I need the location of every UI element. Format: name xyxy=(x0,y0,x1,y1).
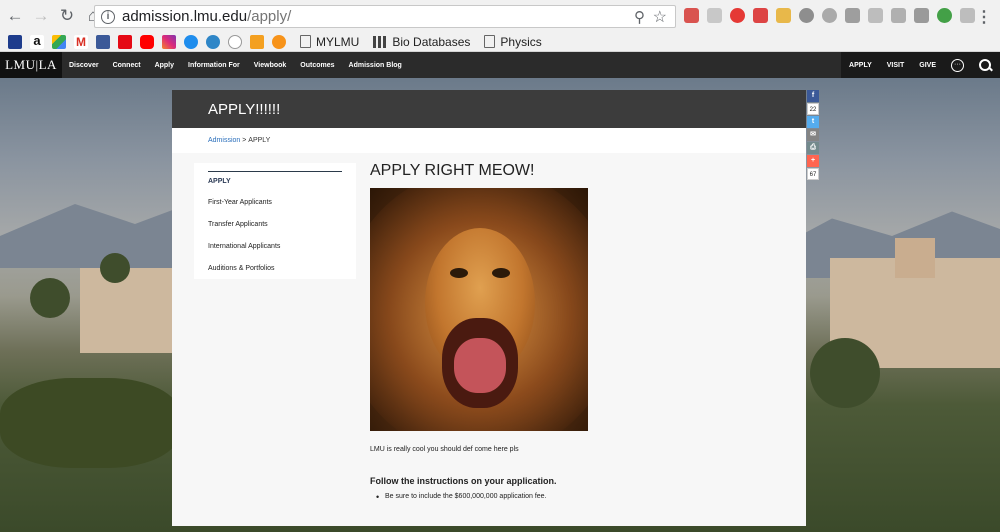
calendar-extension-icon[interactable] xyxy=(776,8,791,23)
mail-badge-extension-icon[interactable] xyxy=(753,8,768,23)
content-panel: APPLY!!!!!! Admission > APPLY APPLY Firs… xyxy=(172,90,806,526)
browser-menu-icon[interactable]: ⋮ xyxy=(976,7,992,27)
h-extension-icon[interactable] xyxy=(914,8,929,23)
bookmark-label: MYLMU xyxy=(316,34,360,49)
bulb-extension-icon[interactable] xyxy=(822,8,837,23)
twitter-share-icon[interactable]: t xyxy=(807,116,819,128)
sidebar-item-international[interactable]: International Applicants xyxy=(194,236,356,258)
nav-outcomes[interactable]: Outcomes xyxy=(300,62,334,69)
utility-nav: APPLY VISIT GIVE ··· xyxy=(841,52,1000,78)
breadcrumb: Admission > APPLY xyxy=(172,128,806,153)
breadcrumb-admission-link[interactable]: Admission xyxy=(208,137,240,144)
intro-text: LMU is really cool you should def come h… xyxy=(370,446,519,453)
list-item: Be sure to include the $600,000,000 appl… xyxy=(370,492,790,502)
drive-icon[interactable] xyxy=(52,34,66,49)
url-host: admission.lmu.edu xyxy=(122,8,248,25)
nav-visit[interactable]: VISIT xyxy=(887,62,905,69)
nav-connect[interactable]: Connect xyxy=(113,62,141,69)
bookmark-mylmu[interactable]: MYLMU xyxy=(300,35,359,49)
instagram-icon[interactable] xyxy=(162,34,176,49)
facebook-share-count: 22 xyxy=(807,103,819,115)
total-share-count: 67 xyxy=(807,168,819,180)
email-share-icon[interactable]: ✉ xyxy=(807,129,819,141)
more-menu-icon[interactable]: ··· xyxy=(951,58,964,72)
bookmark-bio-databases[interactable]: Bio Databases xyxy=(373,35,470,49)
breadcrumb-current: APPLY xyxy=(248,137,271,144)
info-icon[interactable]: i xyxy=(101,9,115,24)
page-header-title: APPLY!!!!!! xyxy=(208,100,281,118)
screen-extension-icon[interactable] xyxy=(891,8,906,23)
browser-toolbar: ← → ↻ ⌂ i admission.lmu.edu/apply/ ⚲ ☆ ⋮ xyxy=(0,0,1000,32)
more-share-icon[interactable]: + xyxy=(807,155,819,167)
facebook-bookmark-icon[interactable] xyxy=(96,34,110,49)
facebook-share-icon[interactable]: f xyxy=(807,90,819,102)
page-icon xyxy=(300,35,311,48)
bookmark-physics[interactable]: Physics xyxy=(484,34,542,49)
share-bar: f 22 t ✉ ⎙ + 67 xyxy=(807,90,819,181)
nav-information-for[interactable]: Information For xyxy=(188,62,240,69)
settings-bookmark-icon[interactable] xyxy=(250,34,264,49)
bookmark-news-icon[interactable] xyxy=(8,34,22,49)
page-icon xyxy=(484,35,496,48)
moon-extension-icon[interactable] xyxy=(799,8,814,23)
bookmark-label: Bio Databases xyxy=(392,34,471,49)
reload-icon[interactable]: ↻ xyxy=(56,5,78,27)
y-extension-icon[interactable] xyxy=(707,8,722,23)
gmail-extension-icon[interactable] xyxy=(684,8,699,23)
n-extension-icon[interactable] xyxy=(845,8,860,23)
sidebar-item-auditions[interactable]: Auditions & Portfolios xyxy=(194,258,356,280)
page-title: APPLY RIGHT MEOW! xyxy=(370,162,535,179)
opera-extension-icon[interactable] xyxy=(730,8,745,23)
main-content: APPLY RIGHT MEOW! LMU is really cool you… xyxy=(370,160,790,502)
sidebar-item-transfer[interactable]: Transfer Applicants xyxy=(194,214,356,236)
youtube-icon[interactable] xyxy=(140,34,154,49)
zoom-icon[interactable]: ⚲ xyxy=(634,8,645,26)
breadcrumb-separator: > xyxy=(240,137,249,144)
primary-nav: Discover Connect Apply Information For V… xyxy=(69,62,416,69)
sidebar-menu: APPLY First-Year Applicants Transfer App… xyxy=(194,163,356,279)
bookmark-label: Physics xyxy=(500,34,542,49)
site-navigation: LMU|LA Discover Connect Apply Informatio… xyxy=(0,52,1000,78)
lmu-logo[interactable]: LMU|LA xyxy=(0,52,62,78)
nav-viewbook[interactable]: Viewbook xyxy=(254,62,287,69)
gmail-icon[interactable]: M xyxy=(74,34,88,49)
print-share-icon[interactable]: ⎙ xyxy=(807,142,819,154)
bitcoin-icon[interactable] xyxy=(272,34,286,49)
download-icon[interactable] xyxy=(206,34,220,49)
url-path: /apply/ xyxy=(247,8,292,25)
nav-apply[interactable]: Apply xyxy=(155,62,174,69)
roaring-lion-image xyxy=(370,188,588,431)
back-icon[interactable]: ← xyxy=(4,5,26,27)
netflix-icon[interactable] xyxy=(118,34,132,49)
extension-icons xyxy=(684,8,975,23)
nav-apply-right[interactable]: APPLY xyxy=(849,62,872,69)
bookmarks-bar: a M MYLMU Bio Databases Physics xyxy=(0,32,1000,52)
pin-extension-icon[interactable] xyxy=(868,8,883,23)
reddit-icon[interactable] xyxy=(228,34,242,49)
nav-admission-blog[interactable]: Admission Blog xyxy=(349,62,402,69)
sidebar-item-apply[interactable]: APPLY xyxy=(194,172,356,192)
forward-icon[interactable]: → xyxy=(30,5,52,27)
search-icon[interactable] xyxy=(978,58,992,72)
bookmark-star-icon[interactable]: ☆ xyxy=(653,7,667,27)
nav-discover[interactable]: Discover xyxy=(69,62,99,69)
instructions-heading: Follow the instructions on your applicat… xyxy=(370,476,557,486)
green-extension-icon[interactable] xyxy=(937,8,952,23)
page-header: APPLY!!!!!! xyxy=(172,90,806,128)
nav-give[interactable]: GIVE xyxy=(919,62,936,69)
amazon-icon[interactable]: a xyxy=(30,34,44,49)
pandora-icon[interactable] xyxy=(184,34,198,49)
grid-icon xyxy=(373,35,388,48)
address-bar[interactable]: i admission.lmu.edu/apply/ ⚲ ☆ xyxy=(94,5,676,28)
sidebar-item-first-year[interactable]: First-Year Applicants xyxy=(194,192,356,214)
box-extension-icon[interactable] xyxy=(960,8,975,23)
